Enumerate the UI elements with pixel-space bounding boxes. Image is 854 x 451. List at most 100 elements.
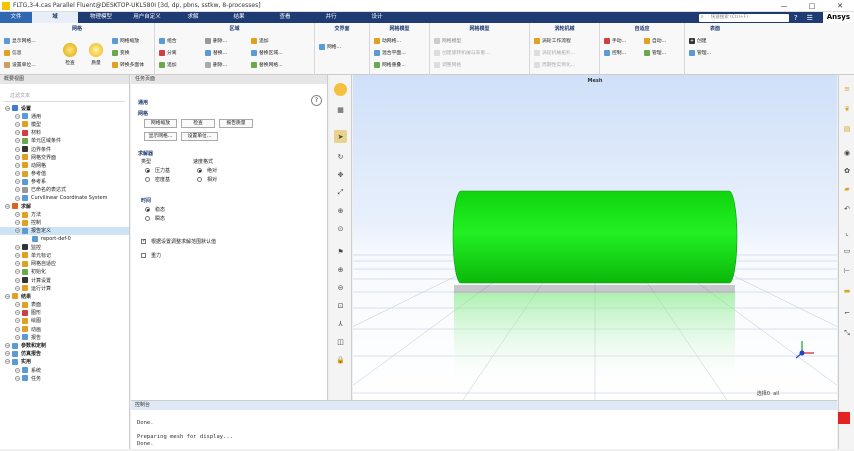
separate-button[interactable]: 分离 <box>159 49 177 56</box>
view-icon[interactable]: ◫ <box>334 335 347 348</box>
tree-item[interactable]: − 绘图 <box>0 317 129 325</box>
pointer-icon[interactable]: ➤ <box>334 130 347 143</box>
expand-toggle-icon[interactable]: − <box>15 179 20 185</box>
append-zone-button[interactable]: 追加 <box>251 37 269 44</box>
adjust-defaults-checkbox[interactable]: ✓ <box>141 239 146 244</box>
stack-icon[interactable]: ▤ <box>841 123 853 135</box>
expand-toggle-icon[interactable]: − <box>15 212 20 218</box>
tree-item[interactable]: − 系统 <box>0 366 129 374</box>
measure-icon[interactable]: ⊢ <box>841 265 853 277</box>
tree-item[interactable]: − 控制 <box>0 219 129 227</box>
expand-toggle-icon[interactable]: − <box>15 195 20 201</box>
tree-item[interactable]: − Curvilinear Coordinate System <box>0 194 129 202</box>
close-button[interactable]: ✕ <box>826 2 854 10</box>
relative-radio[interactable] <box>197 177 202 182</box>
expand-toggle-icon[interactable]: − <box>15 318 20 324</box>
tree-item[interactable]: − 结果 <box>0 292 129 300</box>
palette-icon[interactable]: ✿ <box>841 165 853 177</box>
tab-design[interactable]: 设计 <box>354 12 400 23</box>
probe-icon[interactable]: ⊙ <box>334 222 347 235</box>
tree-item[interactable]: − 设置 <box>0 104 129 112</box>
expand-toggle-icon[interactable]: − <box>15 277 20 283</box>
tree-item[interactable]: report-def-0 <box>0 235 129 243</box>
tree-item[interactable]: − 材料 <box>0 129 129 137</box>
units-button[interactable]: 设置单位... <box>4 61 36 68</box>
expand-toggle-icon[interactable]: − <box>15 154 20 160</box>
tab-solution[interactable]: 求解 <box>170 12 216 23</box>
mixing-plane-button[interactable]: 混合平面... <box>374 49 406 56</box>
zoom-box-icon[interactable]: ⊕ <box>334 204 347 217</box>
error-indicator-icon[interactable] <box>838 412 850 424</box>
transient-radio[interactable] <box>145 216 150 221</box>
tree-item[interactable]: − 动画 <box>0 325 129 333</box>
help-icon[interactable]: ? <box>789 14 803 22</box>
tree-item[interactable]: − 运行计算 <box>0 284 129 292</box>
tree-item[interactable]: − 报告定义 <box>0 226 129 235</box>
info-button[interactable]: 信息 <box>4 49 22 56</box>
set-units-button[interactable]: 设置单位... <box>181 132 218 141</box>
cylinder-mesh[interactable] <box>452 190 738 284</box>
expand-toggle-icon[interactable]: − <box>5 203 10 209</box>
ruler-icon[interactable]: ▭ <box>841 245 853 257</box>
expand-toggle-icon[interactable]: − <box>15 269 20 275</box>
expand-toggle-icon[interactable]: − <box>15 375 20 381</box>
report-quality-button[interactable]: 报告质量 <box>219 119 253 128</box>
folder-icon[interactable]: ▰ <box>841 183 853 195</box>
turbo-topology-button[interactable]: 涡轮机械拓扑... <box>534 49 575 56</box>
expand-toggle-icon[interactable]: − <box>15 285 20 291</box>
replace-button[interactable]: 替换... <box>205 49 227 56</box>
manage-adapt-button[interactable]: 管理... <box>644 49 666 56</box>
tree-item[interactable]: − 单元区域条件 <box>0 137 129 145</box>
expand-toggle-icon[interactable]: − <box>15 326 20 332</box>
contour-icon[interactable]: ▬ <box>841 285 853 297</box>
settings-icon[interactable]: ☰ <box>803 14 817 22</box>
check-button[interactable]: 检查 <box>58 43 82 66</box>
expand-toggle-icon[interactable]: − <box>15 220 20 226</box>
expand-toggle-icon[interactable]: − <box>15 130 20 136</box>
tree-item[interactable]: − 方法 <box>0 210 129 218</box>
help-icon[interactable]: ? <box>311 95 322 106</box>
expand-toggle-icon[interactable]: − <box>5 343 10 349</box>
tab-user-defined[interactable]: 用户自定义 <box>124 12 170 23</box>
check-mesh-button[interactable]: 检查 <box>181 119 215 128</box>
tree-item[interactable]: − 网格自适应 <box>0 260 129 268</box>
zoom-out-icon[interactable]: ⊖ <box>334 281 347 294</box>
expand-toggle-icon[interactable]: − <box>15 162 20 168</box>
create-surface-button[interactable]: + 创建 <box>689 37 707 44</box>
rotate-icon[interactable]: ↻ <box>334 150 347 163</box>
overset-button[interactable]: 网格重叠... <box>374 61 406 68</box>
tree-item[interactable]: − 参数和定制 <box>0 341 129 349</box>
gravity-checkbox[interactable] <box>141 253 146 258</box>
quality-button[interactable]: 质量 <box>84 43 108 66</box>
tab-physics[interactable]: 物理模型 <box>78 12 124 23</box>
tree-item[interactable]: − 任务 <box>0 374 129 382</box>
eye-icon[interactable]: ◉ <box>841 147 853 159</box>
tab-view[interactable]: 查看 <box>262 12 308 23</box>
expand-toggle-icon[interactable]: − <box>5 359 10 365</box>
make-polyhedra-button[interactable]: 转换多面体 <box>112 61 144 68</box>
tree-item[interactable]: − 边界条件 <box>0 145 129 153</box>
minimize-button[interactable]: — <box>770 2 798 10</box>
tree-item[interactable]: − 通用 <box>0 112 129 120</box>
expand-toggle-icon[interactable]: − <box>15 146 20 152</box>
leaf-icon[interactable]: ❦ <box>841 103 853 115</box>
expand-toggle-icon[interactable]: − <box>15 310 20 316</box>
axes-icon[interactable]: ⅄ <box>334 317 347 330</box>
expand-toggle-icon[interactable]: − <box>5 351 10 357</box>
auto-adapt-button[interactable]: 自动... <box>644 37 666 44</box>
tree-item[interactable]: − 实用 <box>0 358 129 366</box>
replace-mesh-button[interactable]: 替换网格... <box>251 61 283 68</box>
transform-button[interactable]: 变换 <box>112 49 130 56</box>
dynamic-mesh-button[interactable]: 动网格... <box>374 37 401 44</box>
rotating-machinery-button[interactable]: 创建旋转机械与非重... <box>434 49 490 56</box>
zoom-in-icon[interactable]: ⊕ <box>334 263 347 276</box>
flag-icon[interactable]: ⚑ <box>334 245 347 258</box>
scale-button[interactable]: 网格缩放 <box>112 37 139 44</box>
tree-item[interactable]: − 表面 <box>0 301 129 309</box>
zoom-icon[interactable]: ⤢ <box>334 186 347 199</box>
console-panel[interactable]: 控制台 Done. Preparing mesh for display... D… <box>131 400 837 449</box>
periodic-instancing-button[interactable]: 周期性实例化... <box>534 61 575 68</box>
tree-item[interactable]: − 报告 <box>0 333 129 341</box>
tree-item[interactable]: − 参考值 <box>0 170 129 178</box>
combine-button[interactable]: 组合 <box>159 37 177 44</box>
